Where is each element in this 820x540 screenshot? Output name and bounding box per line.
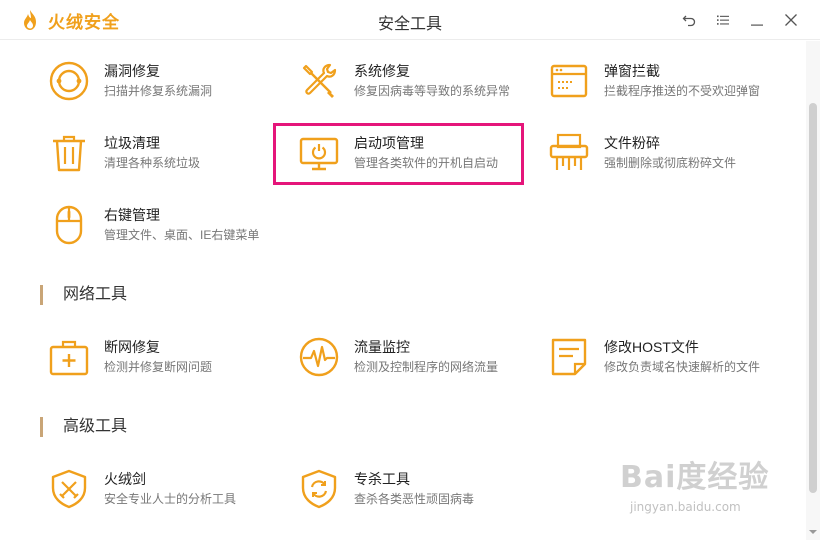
section-title-advanced: 高级工具 [40, 417, 127, 437]
shredder-icon [548, 132, 590, 174]
tool-junk-clean[interactable]: 垃圾清理 清理各种系统垃圾 [48, 125, 288, 181]
section-title-network: 网络工具 [40, 285, 127, 305]
tool-desc: 强制删除或彻底粉碎文件 [604, 156, 737, 170]
tool-system-repair[interactable]: 系统修复 修复因病毒等导致的系统异常 [298, 53, 538, 109]
tool-desc: 修改负责域名快速解析的文件 [604, 360, 761, 374]
tool-name: 断网修复 [104, 339, 160, 355]
tool-name: 右键管理 [104, 207, 160, 223]
tool-name: 流量监控 [354, 339, 410, 355]
minimize-button[interactable] [740, 8, 774, 32]
tool-desc: 检测及控制程序的网络流量 [354, 360, 499, 374]
scroll-down-arrow-icon[interactable] [809, 528, 817, 536]
mouse-icon [48, 204, 90, 246]
first-aid-kit-icon [48, 336, 90, 378]
tool-desc: 拦截程序推送的不受欢迎弹窗 [604, 84, 761, 98]
tool-network-repair[interactable]: 断网修复 检测并修复断网问题 [48, 329, 288, 385]
tools-wrench-icon [298, 60, 340, 102]
tool-popup-block[interactable]: 弹窗拦截 拦截程序推送的不受欢迎弹窗 [548, 53, 788, 109]
tool-desc: 修复因病毒等导致的系统异常 [354, 84, 511, 98]
popup-window-icon [548, 60, 590, 102]
tool-file-shredder[interactable]: 文件粉碎 强制删除或彻底粉碎文件 [548, 125, 788, 181]
shield-swords-icon [48, 468, 90, 510]
tool-traffic-monitor[interactable]: 流量监控 检测及控制程序的网络流量 [298, 329, 538, 385]
back-icon [682, 15, 696, 27]
tool-desc: 检测并修复断网问题 [104, 360, 213, 374]
tool-startup-manager[interactable]: 启动项管理 管理各类软件的开机自启动 [298, 125, 538, 181]
tool-name: 垃圾清理 [104, 135, 160, 151]
scrollbar-thumb[interactable] [809, 103, 817, 493]
vulnerability-repair-icon [48, 60, 90, 102]
document-edit-icon [548, 336, 590, 378]
trash-icon [48, 132, 90, 174]
menu-icon [717, 15, 729, 25]
tool-desc: 扫描并修复系统漏洞 [104, 84, 213, 98]
tool-desc: 清理各种系统垃圾 [104, 156, 201, 170]
brand-name: 火绒安全 [48, 12, 120, 32]
tool-name: 系统修复 [354, 63, 410, 79]
tool-desc: 查杀各类恶性顽固病毒 [354, 492, 475, 506]
traffic-pulse-icon [298, 336, 340, 378]
tool-virus-killer[interactable]: 专杀工具 查杀各类恶性顽固病毒 [298, 461, 538, 517]
tool-vulnerability-repair[interactable]: 漏洞修复 扫描并修复系统漏洞 [48, 53, 288, 109]
shield-refresh-icon [298, 468, 340, 510]
monitor-startup-icon [298, 132, 340, 174]
scrollbar[interactable] [806, 41, 820, 540]
tool-edit-host-file[interactable]: 修改HOST文件 修改负责域名快速解析的文件 [548, 329, 788, 385]
tool-name: 专杀工具 [354, 471, 410, 487]
tool-desc: 管理各类软件的开机自启动 [354, 156, 499, 170]
tool-name: 文件粉碎 [604, 135, 660, 151]
tool-right-click-manager[interactable]: 右键管理 管理文件、桌面、IE右键菜单 [48, 197, 288, 253]
brand: 火绒安全 [20, 8, 120, 32]
window-controls [672, 8, 808, 32]
tool-desc: 管理文件、桌面、IE右键菜单 [104, 228, 260, 242]
tool-name: 弹窗拦截 [604, 63, 660, 79]
title-bar: 火绒安全 安全工具 [0, 0, 820, 40]
back-button[interactable] [672, 8, 706, 32]
menu-button[interactable] [706, 8, 740, 32]
tools-panel: 漏洞修复 扫描并修复系统漏洞 系统修复 修复因病毒等导致的系统异常 弹窗拦截 拦… [0, 41, 806, 540]
tool-name: 火绒剑 [104, 471, 146, 487]
tool-name: 漏洞修复 [104, 63, 160, 79]
minimize-icon [751, 24, 763, 26]
close-icon [785, 14, 797, 26]
tool-name: 启动项管理 [354, 135, 424, 151]
close-button[interactable] [774, 8, 808, 32]
tool-huorong-sword[interactable]: 火绒剑 安全专业人士的分析工具 [48, 461, 288, 517]
tool-name: 修改HOST文件 [604, 339, 699, 355]
huorong-logo-icon [20, 9, 40, 31]
tool-desc: 安全专业人士的分析工具 [104, 492, 237, 506]
